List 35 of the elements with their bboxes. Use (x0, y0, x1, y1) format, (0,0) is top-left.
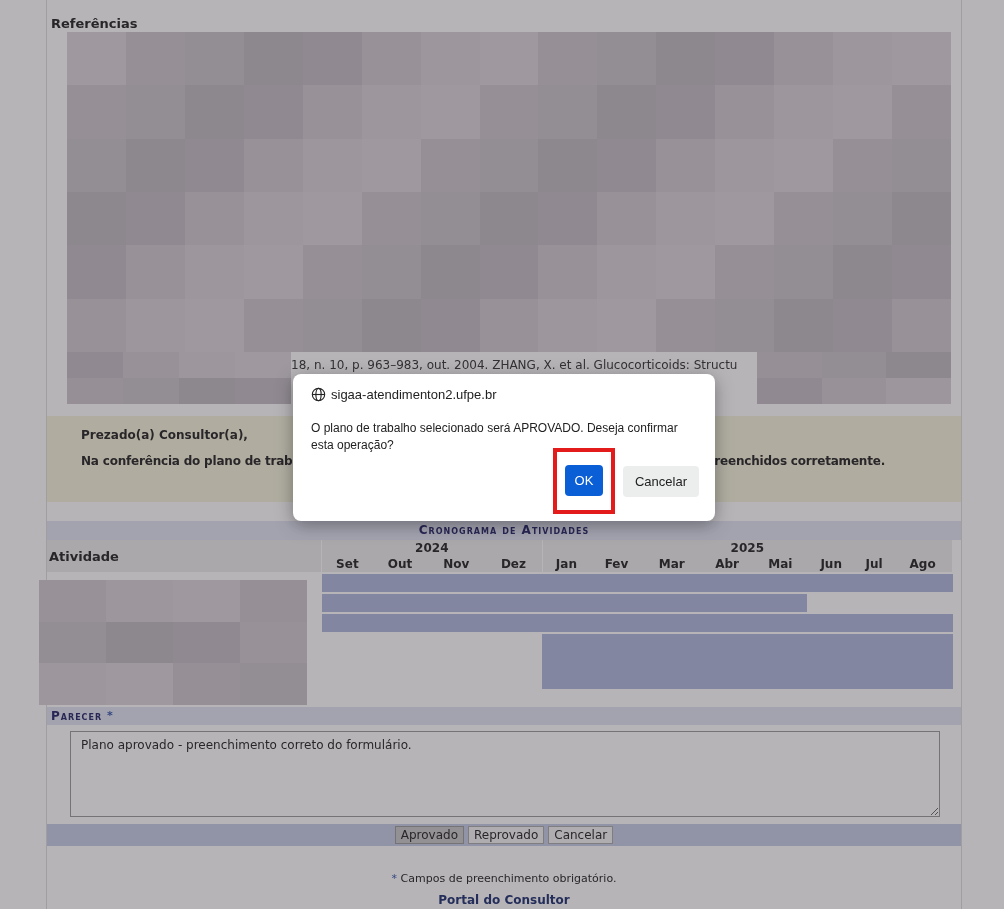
action-button[interactable]: Reprovado (468, 826, 545, 844)
year-header: 2025 (730, 541, 764, 555)
month-header: Mai (768, 557, 793, 571)
site-address: sigaa-atendimenton2.ufpe.br (331, 387, 497, 402)
action-button[interactable]: Aprovado (394, 826, 465, 844)
notice-text: reenchidos corretamente. (714, 454, 885, 468)
globe-icon (311, 387, 326, 402)
required-mark: * (107, 708, 114, 724)
month-header: Dez (500, 557, 526, 571)
greeting-text: Prezado(a) Consultor(a), (81, 428, 248, 442)
section-header: Cronograma de Atividades (47, 521, 961, 540)
portal-link[interactable]: Portal do Consultor (438, 893, 570, 907)
month-header: Jun (820, 557, 842, 571)
month-header: Jan (555, 557, 577, 571)
notice-text: Na conferência do plano de trab (81, 454, 293, 468)
footnote-text: Campos de preenchimento obrigatório. (400, 872, 617, 885)
month-header: Fev (604, 557, 629, 571)
column-header: Atividade (49, 548, 119, 564)
section-title: Referências (50, 15, 139, 26)
month-header: Nov (443, 557, 470, 571)
month-header: Set (336, 557, 359, 571)
month-header: Out (387, 557, 413, 571)
dialog-button[interactable]: OK (564, 465, 603, 496)
month-header: Ago (909, 557, 936, 571)
month-header: Jul (865, 557, 883, 571)
year-header: 2024 (415, 541, 449, 555)
required-mark: * (391, 872, 398, 885)
action-button[interactable]: Cancelar (548, 826, 614, 844)
month-header: Mar (658, 557, 685, 571)
comment-field[interactable]: Plano aprovado - preenchimento correto do formulário. (70, 731, 940, 817)
reference-text: 18, n. 10, p. 963–983, out. 2004. ZHANG, X. et al. Glucocorticoids: Structu (291, 358, 738, 372)
month-header: Abr (715, 557, 739, 571)
dialog-button[interactable]: Cancelar (622, 465, 699, 497)
dialog-message: O plano de trabalho selecionado será APROVADO. Deseja confirmar esta operação? (311, 420, 679, 454)
section-header: Parecer (51, 708, 103, 725)
